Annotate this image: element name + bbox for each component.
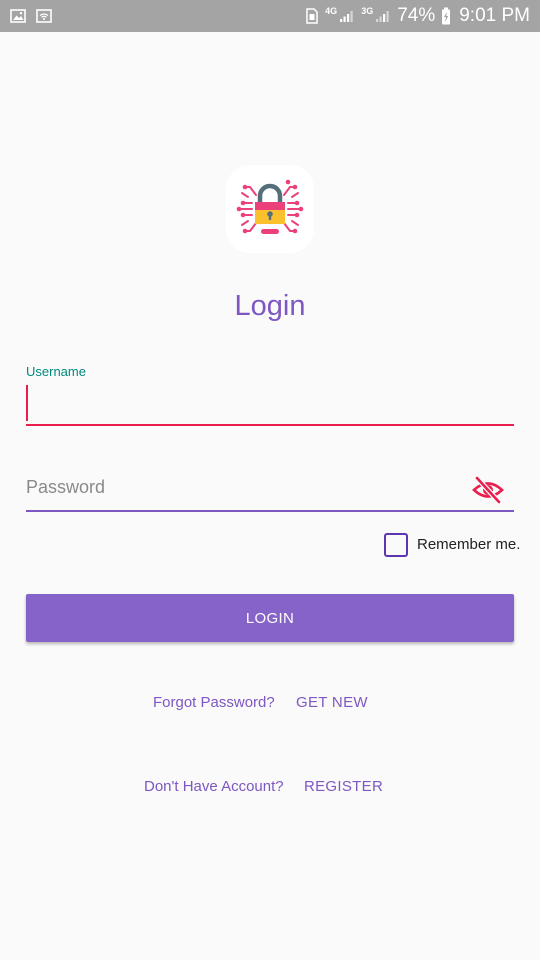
wifi-notification-icon: [36, 9, 52, 23]
sim-card-icon: [306, 8, 318, 24]
register-link[interactable]: REGISTER: [304, 778, 383, 795]
network-type-4g: 4G: [325, 6, 338, 16]
signal-strength-icon: [340, 11, 353, 22]
password-input[interactable]: [26, 470, 514, 512]
username-label: Username: [26, 364, 86, 379]
username-input[interactable]: [26, 384, 514, 426]
status-bar: 4G 3G 74% 9:01 PM: [0, 0, 540, 32]
app-logo: [226, 165, 314, 253]
login-button[interactable]: LOGIN: [26, 594, 514, 642]
circuit-padlock-icon: [236, 179, 304, 234]
signal-strength-icon: [376, 11, 389, 22]
get-new-password-link[interactable]: GET NEW: [296, 694, 368, 711]
battery-percentage: 74%: [397, 5, 436, 26]
battery-charging-icon: [442, 7, 451, 25]
page-title: Login: [234, 290, 306, 322]
forgot-password-prompt: Forgot Password?: [153, 694, 275, 711]
password-visibility-toggle[interactable]: [472, 476, 504, 504]
no-account-prompt: Don't Have Account?: [144, 778, 284, 795]
text-cursor: [26, 385, 28, 421]
gallery-notification-icon: [10, 9, 26, 23]
status-bar-left: [10, 9, 52, 23]
clock: 9:01 PM: [459, 5, 530, 26]
eye-off-icon: [472, 476, 504, 504]
status-bar-right: 4G 3G 74% 9:01 PM: [305, 5, 530, 27]
network-type-3g: 3G: [361, 6, 374, 16]
remember-me-label: Remember me.: [417, 536, 521, 553]
remember-me-checkbox[interactable]: [384, 533, 408, 557]
